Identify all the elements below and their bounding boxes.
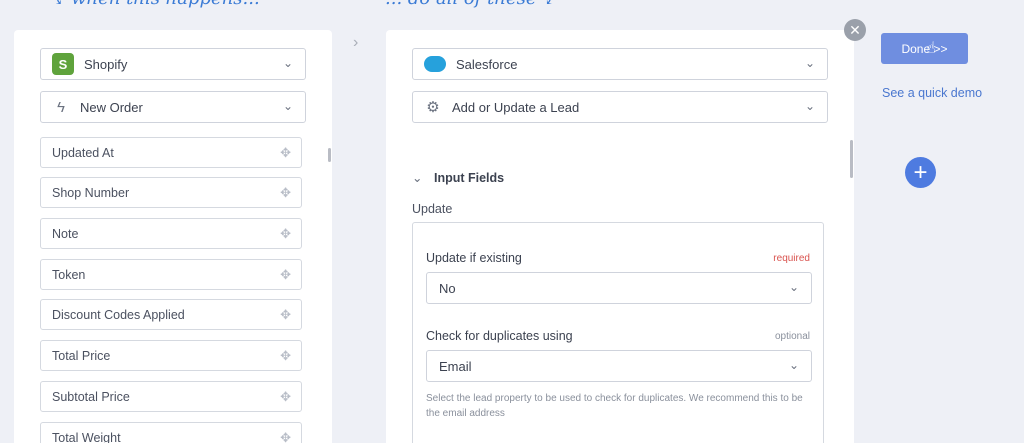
trigger-event-select[interactable]: ϟ New Order ⌄: [40, 91, 306, 123]
trigger-field[interactable]: Updated At ✥: [40, 137, 302, 168]
drag-handle-icon[interactable]: ✥: [280, 307, 291, 323]
required-badge: required: [773, 253, 810, 264]
update-if-existing-value: No: [439, 280, 456, 296]
field-label: Discount Codes Applied: [52, 307, 185, 322]
scrollbar[interactable]: [328, 148, 331, 162]
trigger-field[interactable]: Token ✥: [40, 259, 302, 290]
input-fields-toggle[interactable]: ⌄ Input Fields: [412, 170, 504, 185]
field-label: Shop Number: [52, 185, 130, 200]
done-button[interactable]: Done >>: [881, 33, 968, 64]
update-if-existing-select[interactable]: No ⌄: [426, 272, 812, 304]
drag-handle-icon[interactable]: ✥: [280, 226, 291, 242]
field-label: Token: [52, 267, 86, 282]
curved-arrow-icon: ⤹: [52, 0, 65, 8]
chevron-down-icon: ⌄: [804, 56, 815, 70]
action-event-select[interactable]: ⚙ Add or Update a Lead ⌄: [412, 91, 828, 123]
chevron-down-icon: ⌄: [788, 280, 799, 294]
chevron-down-icon: ⌄: [282, 99, 293, 113]
update-if-existing-label: Update if existing: [426, 251, 522, 265]
drag-handle-icon[interactable]: ✥: [280, 267, 291, 283]
trigger-field[interactable]: Discount Codes Applied ✥: [40, 299, 302, 330]
trigger-field[interactable]: Subtotal Price ✥: [40, 381, 302, 412]
check-duplicates-value: Email: [439, 358, 472, 374]
action-event-label: Add or Update a Lead: [452, 99, 580, 115]
update-group-box: Update if existing required No ⌄ Check f…: [412, 222, 824, 443]
chevron-right-icon: ›: [353, 34, 359, 51]
optional-badge: optional: [774, 331, 810, 342]
check-duplicates-help: Select the lead property to be used to c…: [426, 393, 803, 419]
drag-handle-icon[interactable]: ✥: [280, 145, 291, 161]
input-fields-title: Input Fields: [433, 171, 505, 185]
plus-icon[interactable]: +: [905, 157, 936, 188]
chevron-down-icon: ⌄: [788, 358, 799, 372]
chevron-down-icon: ⌄: [282, 56, 293, 70]
action-app-label: Salesforce: [456, 56, 518, 72]
close-icon[interactable]: ✕: [844, 19, 866, 41]
action-app-select[interactable]: Salesforce ⌄: [412, 48, 828, 80]
action-hint-text: ... do all of these: [385, 0, 537, 9]
scrollbar[interactable]: [850, 140, 853, 178]
drag-handle-icon[interactable]: ✥: [280, 348, 291, 364]
trigger-field[interactable]: Shop Number ✥: [40, 177, 302, 208]
curved-arrow-icon: ⤸: [542, 0, 555, 8]
pointer-cursor-icon: ☝: [926, 40, 936, 57]
trigger-panel: S Shopify ⌄ ϟ New Order ⌄ Updated At ✥ S…: [14, 30, 332, 443]
gear-icon: ⚙: [426, 99, 440, 116]
drag-handle-icon[interactable]: ✥: [280, 430, 291, 443]
field-label: Note: [52, 226, 79, 241]
field-label: Total Weight: [52, 430, 121, 443]
shopify-icon: S: [52, 53, 74, 75]
trigger-field[interactable]: Note ✥: [40, 218, 302, 249]
field-label: Total Price: [52, 348, 111, 363]
quick-demo-link[interactable]: See a quick demo: [882, 86, 982, 100]
chevron-down-icon: ⌄: [804, 99, 815, 113]
chevron-down-icon: ⌄: [412, 171, 423, 185]
trigger-hint: ⤹ when this happens...: [52, 0, 260, 9]
trigger-field[interactable]: Total Weight ✥: [40, 422, 302, 443]
bolt-icon: ϟ: [57, 98, 65, 116]
trigger-app-select[interactable]: S Shopify ⌄: [40, 48, 306, 80]
update-group-label: Update: [412, 202, 453, 216]
salesforce-icon: [424, 53, 446, 75]
drag-handle-icon[interactable]: ✥: [280, 185, 291, 201]
action-panel: Salesforce ⌄ ⚙ Add or Update a Lead ⌄ ⌄ …: [386, 30, 854, 443]
field-label: Updated At: [52, 145, 114, 160]
trigger-event-label: New Order: [80, 99, 143, 115]
drag-handle-icon[interactable]: ✥: [280, 389, 291, 405]
trigger-app-label: Shopify: [84, 56, 128, 72]
trigger-hint-text: when this happens...: [71, 0, 260, 9]
trigger-field[interactable]: Total Price ✥: [40, 340, 302, 371]
field-label: Subtotal Price: [52, 389, 130, 404]
action-hint: ... do all of these ⤸: [385, 0, 556, 9]
check-duplicates-select[interactable]: Email ⌄: [426, 350, 812, 382]
check-duplicates-label: Check for duplicates using: [426, 329, 573, 343]
